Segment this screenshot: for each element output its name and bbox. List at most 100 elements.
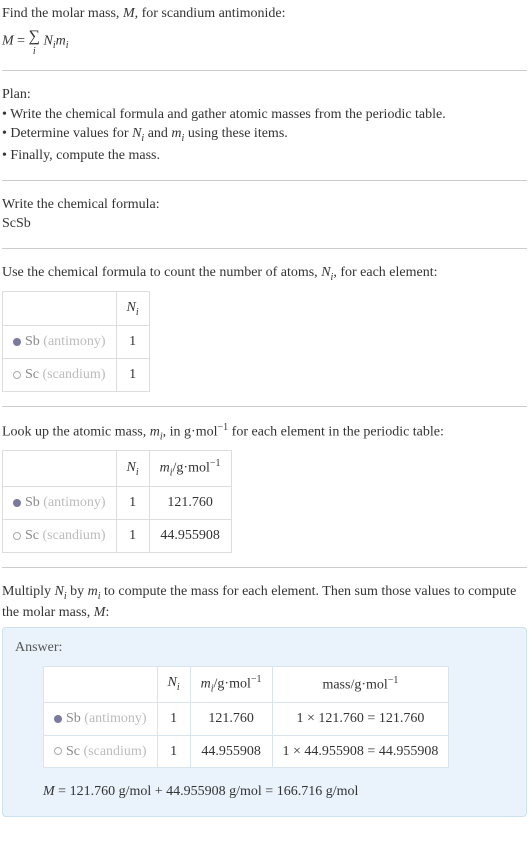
sup-neg1: −1 [210, 458, 221, 469]
text: for each element in the periodic table: [228, 424, 444, 439]
blank-header [3, 450, 117, 486]
sigma-icon: ∑i [29, 26, 40, 56]
element-cell: Sc (scandium) [44, 735, 158, 768]
var-M: M [2, 33, 14, 48]
count-section: Use the chemical formula to count the nu… [2, 263, 527, 392]
table-row: Sc (scandium) 1 44.955908 1 × 44.955908 … [44, 735, 449, 768]
element-name: (scandium) [43, 528, 106, 543]
intro-section: Find the molar mass, M, for scandium ant… [2, 4, 527, 56]
text: • Determine values for [2, 126, 132, 141]
sub-i: i [136, 306, 139, 317]
element-cell: Sb (antimony) [3, 487, 117, 520]
element-name: (antimony) [43, 334, 105, 349]
element-abbr: Sb [25, 495, 40, 510]
var-N: N [321, 265, 330, 280]
sub-i: i [177, 682, 180, 693]
divider [2, 567, 527, 568]
answer-box: Answer: Ni mi/g·mol−1 mass/g·mol−1 Sb (a… [2, 627, 527, 817]
element-abbr: Sc [25, 528, 39, 543]
var-m: m [56, 33, 66, 48]
col-n-header: Ni [116, 291, 149, 326]
n-value: 1 [116, 326, 149, 359]
final-value: = 121.760 g/mol + 44.955908 g/mol = 166.… [55, 784, 359, 799]
n-value: 1 [157, 735, 190, 768]
sup-neg1: −1 [218, 422, 229, 433]
var-M: M [94, 605, 106, 620]
var-m: m [150, 424, 160, 439]
element-cell: Sb (antimony) [3, 326, 117, 359]
var-m: m [160, 461, 170, 476]
divider [2, 70, 527, 71]
element-name: (antimony) [84, 711, 146, 726]
element-abbr: Sc [25, 367, 39, 382]
mass-label: mass/g·mol [322, 677, 387, 692]
multiply-heading: Multiply Ni by mi to compute the mass fo… [2, 582, 527, 623]
unit: /g·mol [173, 461, 210, 476]
table-row: Sb (antimony) 1 121.760 [3, 487, 232, 520]
text: Find the molar mass, [2, 6, 123, 21]
col-n-header: Ni [116, 450, 149, 486]
m-value: 44.955908 [149, 520, 231, 553]
divider [2, 180, 527, 181]
element-dot-icon [13, 499, 21, 507]
text: , for scandium antimonide: [135, 6, 286, 21]
blank-header [44, 666, 158, 702]
var-m: m [88, 584, 98, 599]
table-row: Sb (antimony) 1 [3, 326, 150, 359]
var-N: N [43, 33, 52, 48]
count-table: Ni Sb (antimony) 1 Sc (scandium) 1 [2, 291, 150, 392]
sub-i: i [66, 40, 69, 51]
answer-label: Answer: [15, 638, 514, 658]
table-header-row: Ni mi/g·mol−1 mass/g·mol−1 [44, 666, 449, 702]
element-abbr: Sc [66, 744, 80, 759]
var-M: M [123, 6, 135, 21]
multiply-section: Multiply Ni by mi to compute the mass fo… [2, 582, 527, 817]
element-dot-icon [54, 747, 62, 755]
plan-section: Plan: • Write the chemical formula and g… [2, 85, 527, 166]
text: and [144, 126, 171, 141]
col-m-header: mi/g·mol−1 [190, 666, 272, 702]
count-heading: Use the chemical formula to count the nu… [2, 263, 527, 285]
text: Look up the atomic mass, [2, 424, 150, 439]
element-dot-icon [54, 715, 62, 723]
n-value: 1 [157, 703, 190, 736]
col-m-header: mi/g·mol−1 [149, 450, 231, 486]
var-N: N [127, 300, 136, 315]
chem-formula: ScSb [2, 214, 527, 234]
text: by [67, 584, 88, 599]
element-abbr: Sb [66, 711, 81, 726]
var-m: m [171, 126, 181, 141]
col-mass-header: mass/g·mol−1 [272, 666, 449, 702]
table-header-row: Ni mi/g·mol−1 [3, 450, 232, 486]
element-name: (antimony) [43, 495, 105, 510]
col-n-header: Ni [157, 666, 190, 702]
var-N: N [55, 584, 64, 599]
table-row: Sc (scandium) 1 [3, 358, 150, 391]
element-cell: Sc (scandium) [3, 520, 117, 553]
table-row: Sc (scandium) 1 44.955908 [3, 520, 232, 553]
element-name: (scandium) [84, 744, 147, 759]
plan-bullet: • Write the chemical formula and gather … [2, 105, 527, 125]
element-name: (scandium) [43, 367, 106, 382]
mass-value: 1 × 44.955908 = 44.955908 [272, 735, 449, 768]
text: Use the chemical formula to count the nu… [2, 265, 321, 280]
n-value: 1 [116, 358, 149, 391]
m-value: 121.760 [190, 703, 272, 736]
lookup-table: Ni mi/g·mol−1 Sb (antimony) 1 121.760 Sc… [2, 450, 232, 553]
answer-content: Ni mi/g·mol−1 mass/g·mol−1 Sb (antimony)… [15, 666, 514, 802]
blank-header [3, 291, 117, 326]
element-dot-icon [13, 371, 21, 379]
element-abbr: Sb [25, 334, 40, 349]
intro-line1: Find the molar mass, M, for scandium ant… [2, 4, 527, 24]
plan-bullet: • Determine values for Ni and mi using t… [2, 124, 527, 146]
m-value: 121.760 [149, 487, 231, 520]
divider [2, 248, 527, 249]
table-header-row: Ni [3, 291, 150, 326]
n-value: 1 [116, 487, 149, 520]
element-cell: Sb (antimony) [44, 703, 158, 736]
var-N: N [168, 675, 177, 690]
plan-heading: Plan: [2, 85, 527, 105]
divider [2, 406, 527, 407]
lookup-section: Look up the atomic mass, mi, in g·mol−1 … [2, 421, 527, 553]
mass-value: 1 × 121.760 = 121.760 [272, 703, 449, 736]
